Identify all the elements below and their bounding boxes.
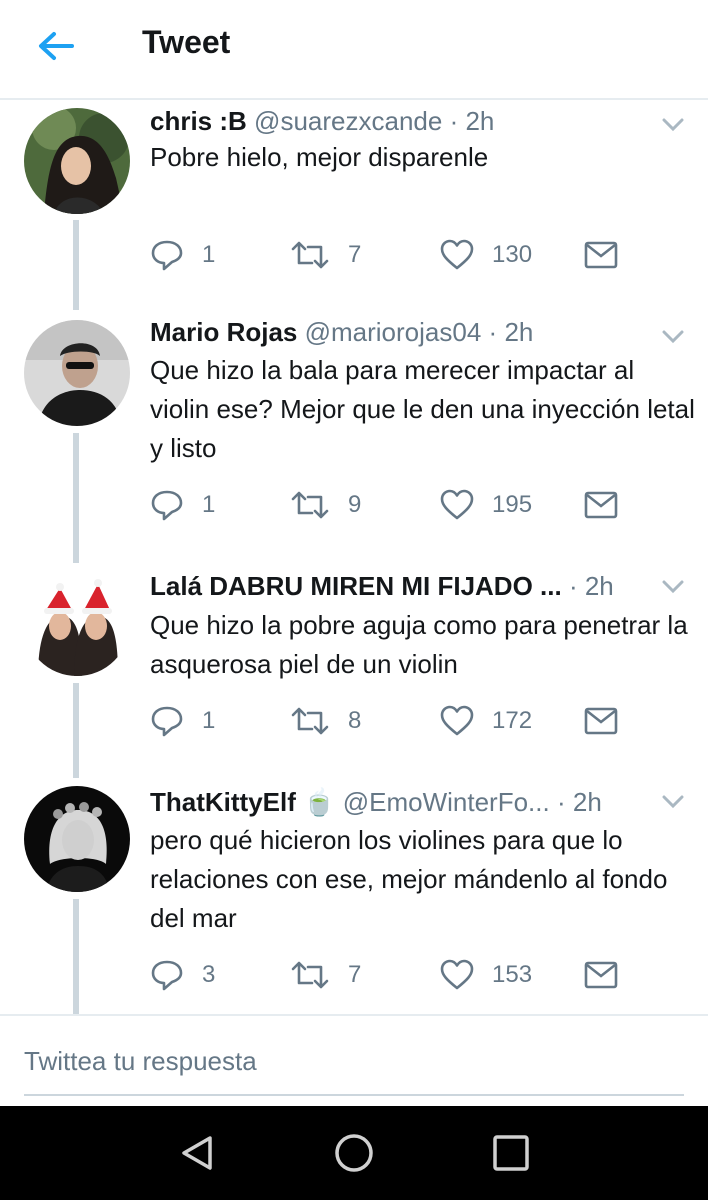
tweet-text: Pobre hielo, mejor disparenle <box>150 142 489 172</box>
tweet-2[interactable]: Mario Rojas @mariorojas04 · 2h Que hizo … <box>0 313 708 563</box>
tweet-time[interactable]: 2h <box>585 571 614 601</box>
dm-share-button[interactable] <box>584 955 618 995</box>
tweet-header: Lalá DABRU MIREN MI FIJADO ... · 2h <box>150 571 614 601</box>
like-count: 172 <box>492 707 533 734</box>
arrow-left-icon <box>39 32 74 60</box>
tweet-header: chris :B @suarezxcande · 2h <box>150 106 495 136</box>
thread-line <box>73 220 79 310</box>
system-nav-bar <box>0 1106 708 1200</box>
avatar-lala[interactable] <box>24 570 130 676</box>
nav-recents-icon[interactable] <box>490 1132 532 1174</box>
reply-button[interactable]: 3 <box>150 955 215 995</box>
page-title: Tweet <box>142 24 231 60</box>
dm-share-button[interactable] <box>584 235 618 275</box>
like-button[interactable]: 153 <box>440 955 532 995</box>
envelope-icon <box>584 961 618 989</box>
like-count: 153 <box>492 961 533 988</box>
reply-icon <box>151 240 183 271</box>
tweet-actions: 1 9 195 <box>150 485 630 525</box>
retweet-button[interactable]: 8 <box>290 701 361 741</box>
reply-icon <box>151 490 183 521</box>
retweet-count: 7 <box>348 241 362 268</box>
user-name[interactable]: Lalá DABRU MIREN MI FIJADO ... <box>150 571 562 601</box>
tweet-text: pero qué hicieron los violines para que … <box>150 825 668 933</box>
reply-button[interactable]: 1 <box>150 701 215 741</box>
divider <box>0 1014 708 1016</box>
reply-count: 1 <box>202 491 216 518</box>
tweet-3[interactable]: Lalá DABRU MIREN MI FIJADO ... · 2h Que … <box>0 568 708 778</box>
user-name[interactable]: Mario Rojas <box>150 317 297 347</box>
chevron-down-icon[interactable] <box>662 118 684 132</box>
tweet-header: ThatKittyElf 🍵 @EmoWinterFo... · 2h <box>150 787 602 817</box>
retweet-icon <box>291 491 329 519</box>
tweet-text: Que hizo la pobre aguja como para penetr… <box>150 610 688 679</box>
retweet-count: 8 <box>348 707 362 734</box>
like-count: 195 <box>492 491 533 518</box>
tweet-time[interactable]: 2h <box>573 787 602 817</box>
like-button[interactable]: 172 <box>440 701 532 741</box>
retweet-icon <box>291 707 329 735</box>
envelope-icon <box>584 707 618 735</box>
tweet-actions: 3 7 153 <box>150 955 630 995</box>
reply-count: 1 <box>202 707 216 734</box>
tweet-1[interactable]: chris :B @suarezxcande · 2h Pobre hielo,… <box>0 100 708 310</box>
tweet-header: Mario Rojas @mariorojas04 · 2h <box>150 317 534 347</box>
heart-icon <box>440 489 474 520</box>
retweet-count: 9 <box>348 491 362 518</box>
reply-count: 1 <box>202 241 216 268</box>
nav-home-icon[interactable] <box>333 1132 375 1174</box>
reply-icon <box>151 706 183 737</box>
retweet-count: 7 <box>348 961 362 988</box>
app-header: Tweet <box>0 0 708 100</box>
retweet-icon <box>291 241 329 269</box>
heart-icon <box>440 705 474 736</box>
tweet-4[interactable]: ThatKittyElf 🍵 @EmoWinterFo... · 2h pero… <box>0 784 708 1014</box>
avatar-thatkittyelf[interactable] <box>24 786 130 892</box>
thread-line <box>73 899 79 1014</box>
user-handle[interactable]: @suarezxcande <box>254 106 442 136</box>
like-button[interactable]: 195 <box>440 485 532 525</box>
envelope-icon <box>584 241 618 269</box>
retweet-button[interactable]: 7 <box>290 955 361 995</box>
like-count: 130 <box>492 241 533 268</box>
thread-line <box>73 683 79 778</box>
user-handle[interactable]: @mariorojas04 <box>305 317 482 347</box>
heart-icon <box>440 959 474 990</box>
chevron-down-icon[interactable] <box>662 795 684 809</box>
user-handle[interactable]: @EmoWinterFo... <box>343 787 550 817</box>
nav-back-icon[interactable] <box>176 1132 218 1174</box>
avatar-mario[interactable] <box>24 320 130 426</box>
chevron-down-icon[interactable] <box>662 330 684 344</box>
tweet-actions: 1 8 172 <box>150 701 630 741</box>
tweet-actions: 1 7 130 <box>150 235 630 275</box>
dm-share-button[interactable] <box>584 485 618 525</box>
dm-share-button[interactable] <box>584 701 618 741</box>
envelope-icon <box>584 491 618 519</box>
retweet-icon <box>291 961 329 989</box>
reply-button[interactable]: 1 <box>150 235 215 275</box>
back-button[interactable] <box>36 30 76 62</box>
retweet-button[interactable]: 7 <box>290 235 361 275</box>
retweet-button[interactable]: 9 <box>290 485 361 525</box>
chevron-down-icon[interactable] <box>662 580 684 594</box>
user-name[interactable]: ThatKittyElf <box>150 787 296 817</box>
reply-count: 3 <box>202 961 216 988</box>
reply-input[interactable]: Twittea tu respuesta <box>24 1040 684 1096</box>
tea-emoji-icon: 🍵 <box>303 787 336 817</box>
like-button[interactable]: 130 <box>440 235 532 275</box>
thread-line <box>73 433 79 563</box>
heart-icon <box>440 239 474 270</box>
tweet-time[interactable]: 2h <box>504 317 533 347</box>
reply-icon <box>151 960 183 991</box>
tweet-text: Que hizo la bala para merecer impactar a… <box>150 355 695 463</box>
avatar-chris[interactable] <box>24 108 130 214</box>
reply-button[interactable]: 1 <box>150 485 215 525</box>
tweet-time[interactable]: 2h <box>465 106 494 136</box>
user-name[interactable]: chris :B <box>150 106 247 136</box>
